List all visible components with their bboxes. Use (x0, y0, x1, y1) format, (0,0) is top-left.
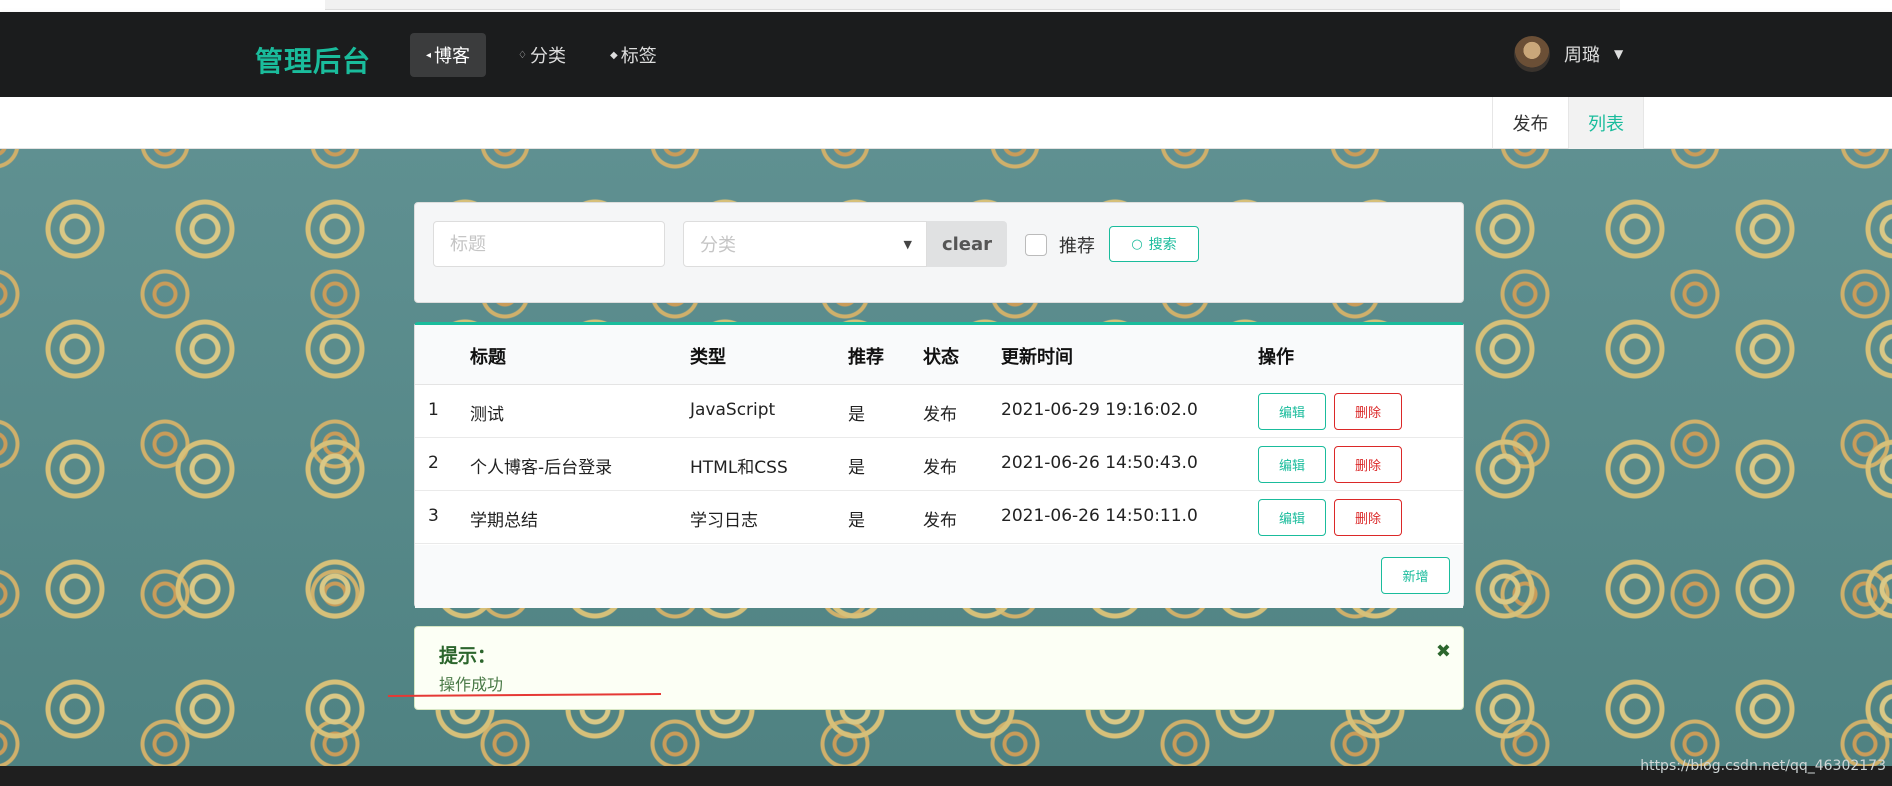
row-recommend: 是 (848, 458, 865, 478)
column-header-updated: 更新时间 (1001, 347, 1073, 368)
top-header: 管理后台 ◂ 博客 ♢ 分类 ◆ 标签 周璐 ▼ (0, 12, 1892, 97)
nav-item-tags[interactable]: ◆ 标签 (594, 33, 673, 77)
close-icon[interactable]: ✖ (1436, 641, 1451, 662)
user-menu[interactable]: 周璐 ▼ (1514, 36, 1623, 72)
row-status: 发布 (923, 458, 957, 478)
delete-button[interactable]: 删除 (1334, 499, 1402, 536)
search-panel: 分类 ▼ clear 推荐 ○ 搜索 (414, 202, 1464, 303)
idea-icon: ♢ (518, 49, 527, 61)
nav-item-blog-label: 博客 (434, 46, 471, 67)
watermark-text: https://blog.csdn.net/qq_46302173 (1640, 758, 1886, 774)
search-button-label: 搜索 (1148, 237, 1177, 253)
chevron-down-icon: ▼ (1614, 47, 1624, 61)
row-recommend: 是 (848, 405, 865, 425)
sub-menu: 发布 列表 (0, 97, 1892, 149)
home-icon: ◂ (426, 49, 432, 61)
row-type: HTML和CSS (690, 458, 788, 478)
category-dropdown[interactable]: 分类 ▼ (683, 221, 927, 267)
message-title: 提示： (439, 645, 497, 667)
table-header: 标题 类型 推荐 状态 更新时间 操作 (415, 325, 1463, 385)
search-icon: ○ (1131, 236, 1143, 252)
title-search-input[interactable] (433, 221, 665, 267)
nav-item-category-label: 分类 (529, 46, 566, 67)
column-header-actions: 操作 (1258, 347, 1294, 368)
recommend-checkbox[interactable]: 推荐 (1025, 232, 1095, 258)
table-row: 2 个人博客-后台登录 HTML和CSS 是 发布 2021-06-26 14:… (415, 438, 1463, 491)
column-header-status: 状态 (923, 347, 959, 368)
row-updated: 2021-06-26 14:50:43.0 (1001, 453, 1198, 473)
dropdown-arrow-icon: ▼ (903, 238, 912, 251)
checkbox-box[interactable] (1025, 234, 1047, 256)
edit-button[interactable]: 编辑 (1258, 393, 1326, 430)
table-row: 1 测试 JavaScript 是 发布 2021-06-29 19:16:02… (415, 385, 1463, 438)
tags-icon: ◆ (610, 49, 618, 61)
row-title: 测试 (470, 405, 504, 425)
row-type: 学习日志 (690, 511, 758, 531)
table-row: 3 学期总结 学习日志 是 发布 2021-06-26 14:50:11.0 编… (415, 491, 1463, 544)
nav-item-category[interactable]: ♢ 分类 (502, 33, 582, 77)
row-status: 发布 (923, 511, 957, 531)
row-updated: 2021-06-29 19:16:02.0 (1001, 400, 1198, 420)
column-header-title: 标题 (470, 347, 506, 368)
search-button[interactable]: ○ 搜索 (1109, 226, 1199, 262)
submenu-list[interactable]: 列表 (1568, 97, 1644, 149)
nav-item-tags-label: 标签 (620, 46, 657, 67)
top-strip (0, 0, 1892, 12)
clear-button[interactable]: clear (927, 221, 1007, 267)
success-message: 提示： 操作成功 ✖ (414, 626, 1464, 710)
blog-table: 标题 类型 推荐 状态 更新时间 操作 1 测试 JavaScript 是 发布… (414, 322, 1464, 608)
row-number: 2 (428, 453, 439, 473)
row-recommend: 是 (848, 511, 865, 531)
row-type: JavaScript (690, 400, 776, 420)
column-header-recommend: 推荐 (848, 347, 884, 368)
recommend-label: 推荐 (1059, 236, 1095, 257)
add-blog-button[interactable]: 新增 (1381, 557, 1450, 594)
row-title: 学期总结 (470, 511, 538, 531)
row-number: 3 (428, 506, 439, 526)
edit-button[interactable]: 编辑 (1258, 446, 1326, 483)
nav-item-blog[interactable]: ◂ 博客 (410, 33, 487, 77)
delete-button[interactable]: 删除 (1334, 393, 1402, 430)
row-number: 1 (428, 400, 439, 420)
row-status: 发布 (923, 405, 957, 425)
row-updated: 2021-06-26 14:50:11.0 (1001, 506, 1198, 526)
submenu-publish[interactable]: 发布 (1492, 97, 1568, 149)
table-footer: 新增 (415, 545, 1463, 608)
message-text: 操作成功 (439, 675, 504, 694)
user-name: 周璐 (1564, 45, 1600, 66)
category-dropdown-placeholder: 分类 (700, 235, 736, 256)
avatar (1514, 36, 1550, 72)
edit-button[interactable]: 编辑 (1258, 499, 1326, 536)
delete-button[interactable]: 删除 (1334, 446, 1402, 483)
top-strip-bar (325, 0, 1620, 10)
bottom-bar (0, 766, 1892, 786)
column-header-type: 类型 (690, 347, 726, 368)
row-title: 个人博客-后台登录 (470, 458, 613, 478)
brand-title: 管理后台 (255, 45, 372, 78)
